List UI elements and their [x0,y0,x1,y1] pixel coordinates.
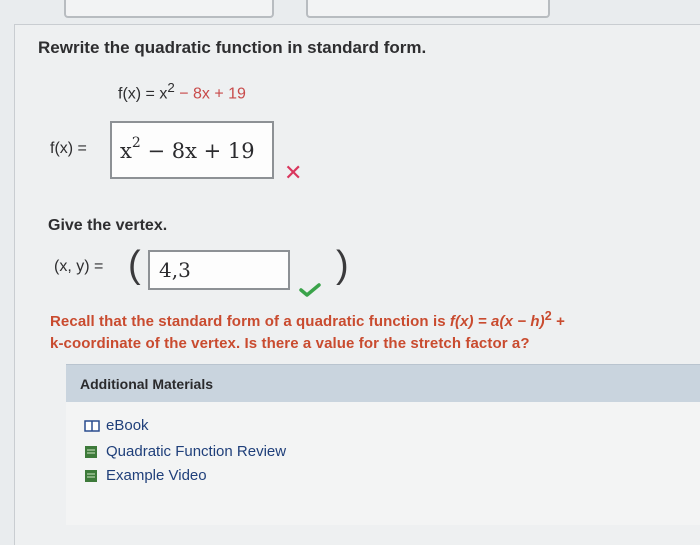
xy-label: (x, y) = [54,258,104,275]
additional-materials-title: Additional Materials [80,376,214,392]
top-tab-left[interactable] [64,0,274,18]
answer-rest: − 8x + 19 [140,139,255,163]
question1-prompt: Rewrite the quadratic function in standa… [38,38,427,57]
fx-label: f(x) = [50,140,87,157]
vertex-answer-input[interactable]: 4,3 [148,250,290,290]
open-paren: ( [128,244,141,286]
video-icon [85,469,97,482]
hint-formula: f(x) = a(x − h) [449,313,545,330]
top-tab-right[interactable] [306,0,550,18]
vertex-answer-value: 4,3 [159,258,191,282]
resource-example-video-label: Example Video [106,467,207,484]
given-rhs: − 8x + 19 [174,85,246,103]
correct-check-icon [299,283,321,297]
resource-ebook-label: eBook [106,417,149,434]
resource-quadratic-review-label: Quadratic Function Review [106,443,287,460]
standard-form-answer-input[interactable]: x2 − 8x + 19 [110,121,274,179]
given-function: f(x) = x2 − 8x + 19 [118,80,246,103]
additional-materials-header: Additional Materials [66,364,700,403]
given-lhs: f(x) = x [118,85,168,103]
additional-materials-body [66,402,700,525]
standard-form-answer-value: x2 − 8x + 19 [120,135,255,163]
resource-quadratic-review-link[interactable]: Quadratic Function Review [84,443,286,460]
hint-line-2: k-coordinate of the vertex. Is there a v… [50,335,530,352]
document-icon [85,445,97,458]
given-exponent: 2 [167,80,175,95]
hint-formula-exponent: 2 [544,309,552,323]
hint-line1-tail: + [551,313,565,330]
resource-example-video-link[interactable]: Example Video [84,467,207,484]
close-paren: ) [336,244,349,286]
book-icon [84,419,100,432]
hint-line1-text: Recall that the standard form of a quadr… [50,313,450,330]
hint-text: Recall that the standard form of a quadr… [50,305,700,355]
resource-ebook-link[interactable]: eBook [84,417,149,434]
question2-prompt: Give the vertex. [48,217,168,234]
answer-exponent: 2 [131,135,141,151]
hint-line-1: Recall that the standard form of a quadr… [50,305,700,333]
answer-base: x [120,139,132,163]
incorrect-x-icon: ✕ [284,160,303,185]
